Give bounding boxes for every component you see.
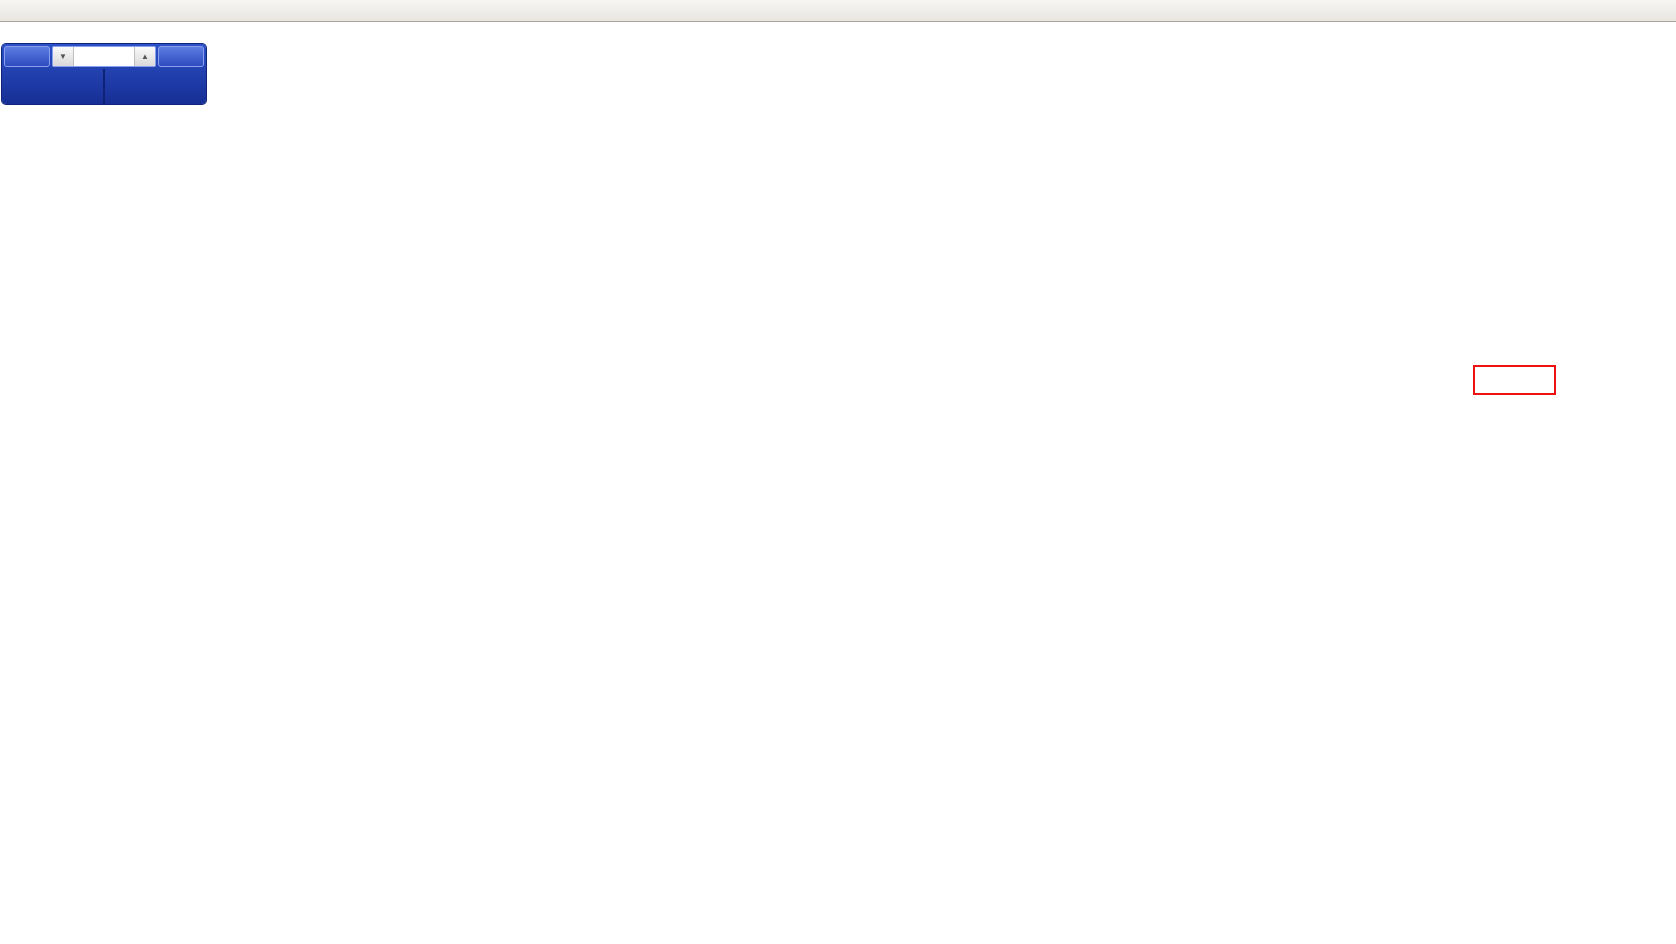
buy-button[interactable] — [158, 46, 204, 67]
volume-stepper: ▼ ▲ — [52, 46, 156, 67]
rsi-label — [3, 752, 13, 764]
main-toolbar — [0, 0, 1676, 22]
price-callout-box[interactable] — [1473, 365, 1556, 395]
buy-price-button[interactable] — [103, 69, 206, 104]
chart-canvas[interactable] — [0, 0, 1676, 944]
volume-down-button[interactable]: ▼ — [53, 47, 74, 66]
volume-up-button[interactable]: ▲ — [134, 47, 155, 66]
symbol-ohlc-bar — [6, 26, 50, 40]
mt4-window: ▼ ▲ — [0, 0, 1676, 944]
sell-price-button[interactable] — [2, 69, 103, 104]
volume-input[interactable] — [74, 47, 134, 66]
macd-label — [3, 583, 18, 595]
one-click-trade-panel: ▼ ▲ — [2, 44, 206, 104]
sell-button[interactable] — [4, 46, 50, 67]
